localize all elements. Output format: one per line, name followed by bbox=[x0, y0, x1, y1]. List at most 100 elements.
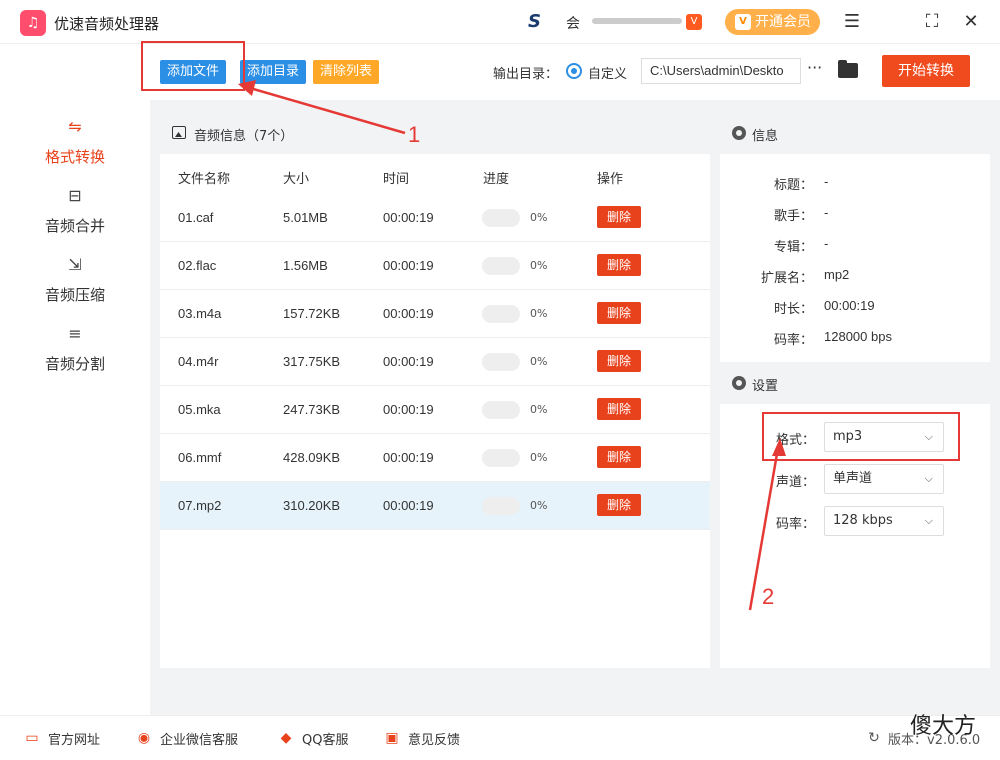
sidebar-item-format-convert[interactable]: ⇋ 格式转换 bbox=[0, 116, 150, 176]
progress-bar bbox=[482, 305, 520, 323]
delete-button[interactable]: 删除 bbox=[597, 302, 641, 324]
file-time: 00:00:19 bbox=[383, 354, 434, 369]
delete-button[interactable]: 删除 bbox=[597, 206, 641, 228]
progress-percent: 0% bbox=[530, 451, 548, 464]
clear-list-button[interactable]: 清除列表 bbox=[313, 60, 380, 84]
info-header: 信息 bbox=[720, 112, 990, 154]
vip-badge: V bbox=[686, 14, 702, 30]
vip-crown-icon: V bbox=[735, 14, 751, 30]
file-size: 428.09KB bbox=[283, 450, 341, 465]
split-icon: ≡ bbox=[68, 324, 82, 343]
annotation-number-1: 1 bbox=[408, 122, 421, 147]
gear-icon bbox=[732, 126, 746, 140]
sidebar-item-label: 格式转换 bbox=[44, 148, 105, 166]
bitrate-label: 码率： bbox=[775, 517, 815, 532]
compress-icon: ⇲ bbox=[68, 255, 82, 274]
more-options-icon[interactable]: ··· bbox=[807, 58, 822, 77]
delete-button[interactable]: 删除 bbox=[597, 350, 641, 372]
channel-value: 单声道 bbox=[833, 471, 873, 486]
bitrate-value: 128 kbps bbox=[833, 513, 893, 528]
wechat-icon: ◉ bbox=[137, 730, 151, 746]
progress-bar bbox=[482, 449, 520, 467]
settings-title: 设置 bbox=[752, 379, 779, 394]
annotation-number-2: 2 bbox=[762, 584, 775, 609]
qq-support-link[interactable]: QQ客服 bbox=[302, 729, 348, 748]
table-row[interactable]: 05.mka 247.73KB 00:00:19 0% 删除 bbox=[160, 386, 710, 434]
sidebar: ⇋ 格式转换 ⊟ 音频合并 ⇲ 音频压缩 ≡ 音频分割 bbox=[0, 100, 150, 715]
sidebar-item-label: 音频分割 bbox=[44, 355, 105, 373]
chevron-down-icon: ⌵ bbox=[924, 514, 933, 527]
table-row[interactable]: 06.mmf 428.09KB 00:00:19 0% 删除 bbox=[160, 434, 710, 482]
sidebar-item-audio-compress[interactable]: ⇲ 音频压缩 bbox=[0, 254, 150, 314]
chevron-down-icon: ⌵ bbox=[924, 472, 933, 485]
wechat-support-link[interactable]: 企业微信客服 bbox=[160, 729, 238, 748]
file-name: 04.m4r bbox=[178, 354, 219, 369]
feedback-icon: ▣ bbox=[385, 730, 399, 746]
watermark: 傻大方 bbox=[910, 714, 977, 739]
custom-dir-radio[interactable] bbox=[566, 63, 582, 79]
channel-select[interactable]: 单声道 ⌵ bbox=[824, 464, 944, 494]
info-value-bitrate: 128000 bps bbox=[824, 329, 892, 344]
file-time: 00:00:19 bbox=[383, 498, 434, 513]
delete-button[interactable]: 删除 bbox=[597, 446, 641, 468]
feedback-link[interactable]: 意见反馈 bbox=[408, 729, 460, 748]
toolbar: 添加文件 添加目录 清除列表 输出目录： 自定义 C:\Users\admin\… bbox=[150, 44, 1000, 100]
delete-button[interactable]: 删除 bbox=[597, 494, 641, 516]
maximize-icon[interactable]: ⛶ bbox=[920, 10, 944, 34]
progress-bar bbox=[482, 353, 520, 371]
info-label-duration: 时长： bbox=[773, 302, 813, 317]
sidebar-item-label: 音频合并 bbox=[44, 217, 105, 235]
start-convert-button[interactable]: 开始转换 bbox=[882, 55, 970, 87]
open-vip-button[interactable]: V 开通会员 bbox=[725, 9, 820, 35]
progress-bar bbox=[482, 497, 520, 515]
convert-icon: ⇋ bbox=[68, 117, 82, 136]
gear-icon bbox=[732, 376, 746, 390]
info-label-extension: 扩展名： bbox=[760, 271, 813, 286]
sidebar-item-audio-merge[interactable]: ⊟ 音频合并 bbox=[0, 185, 150, 245]
file-size: 157.72KB bbox=[283, 306, 341, 321]
refresh-icon[interactable]: ↻ bbox=[864, 728, 884, 748]
info-value-extension: mp2 bbox=[824, 267, 850, 282]
bitrate-select[interactable]: 128 kbps ⌵ bbox=[824, 506, 944, 536]
table-row[interactable]: 01.caf 5.01MB 00:00:19 0% 删除 bbox=[160, 194, 710, 242]
file-time: 00:00:19 bbox=[383, 402, 434, 417]
column-header-name: 文件名称 bbox=[178, 172, 231, 187]
info-value-duration: 00:00:19 bbox=[824, 298, 875, 313]
file-size: 317.75KB bbox=[283, 354, 341, 369]
table-row[interactable]: 03.m4a 157.72KB 00:00:19 0% 删除 bbox=[160, 290, 710, 338]
open-folder-icon[interactable] bbox=[838, 60, 858, 78]
menu-icon[interactable]: ☰ bbox=[840, 10, 864, 34]
table-row[interactable]: 02.flac 1.56MB 00:00:19 0% 删除 bbox=[160, 242, 710, 290]
user-logo-icon: S bbox=[528, 11, 541, 32]
title-bar: ♫ 优速音频处理器 S 会 V V 开通会员 ☰ ⛶ ✕ bbox=[0, 0, 1000, 44]
table-row[interactable]: 07.mp2 310.20KB 00:00:19 0% 删除 bbox=[160, 482, 710, 530]
add-directory-button[interactable]: 添加目录 bbox=[240, 60, 307, 84]
app-title: 优速音频处理器 bbox=[54, 15, 160, 33]
info-label-artist: 歌手： bbox=[773, 209, 813, 224]
table-row[interactable]: 04.m4r 317.75KB 00:00:19 0% 删除 bbox=[160, 338, 710, 386]
delete-button[interactable]: 删除 bbox=[597, 254, 641, 276]
sidebar-item-audio-split[interactable]: ≡ 音频分割 bbox=[0, 323, 150, 383]
annotation-box-1 bbox=[141, 41, 245, 91]
file-size: 310.20KB bbox=[283, 498, 341, 513]
file-size: 1.56MB bbox=[283, 258, 328, 273]
footer: ▭ 官方网址 ◉ 企业微信客服 ◆ QQ客服 ▣ 意见反馈 ↻ 版本：v2.0.… bbox=[0, 715, 1000, 760]
app-logo-icon: ♫ bbox=[20, 10, 46, 36]
file-time: 00:00:19 bbox=[383, 258, 434, 273]
website-link[interactable]: 官方网址 bbox=[48, 729, 100, 748]
open-vip-label: 开通会员 bbox=[755, 14, 811, 30]
progress-percent: 0% bbox=[530, 307, 548, 320]
delete-button[interactable]: 删除 bbox=[597, 398, 641, 420]
info-title: 信息 bbox=[752, 129, 779, 144]
website-icon: ▭ bbox=[25, 730, 39, 746]
info-label-album: 专辑： bbox=[773, 240, 813, 255]
close-icon[interactable]: ✕ bbox=[959, 10, 983, 34]
info-label-bitrate: 码率： bbox=[773, 333, 813, 348]
column-header-action: 操作 bbox=[597, 172, 624, 187]
info-label-title: 标题： bbox=[773, 178, 813, 193]
column-header-size: 大小 bbox=[283, 172, 310, 187]
output-path-input[interactable]: C:\Users\admin\Deskto bbox=[641, 58, 801, 84]
file-name: 02.flac bbox=[178, 258, 217, 273]
image-icon bbox=[172, 126, 186, 139]
file-time: 00:00:19 bbox=[383, 306, 434, 321]
